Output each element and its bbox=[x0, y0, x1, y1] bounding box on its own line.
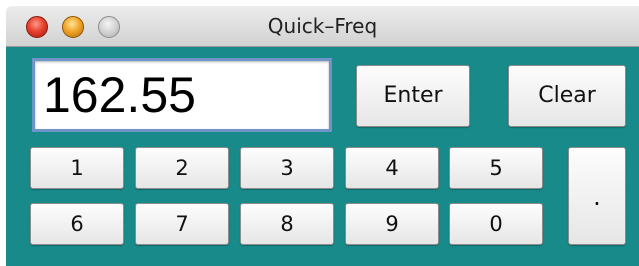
digit-4-button[interactable]: 4 bbox=[345, 147, 439, 189]
digit-6-button[interactable]: 6 bbox=[30, 203, 124, 245]
calculator-panel: 162.55 Enter Clear 1 2 3 4 5 6 7 8 9 0 . bbox=[6, 47, 639, 266]
digit-9-button[interactable]: 9 bbox=[345, 203, 439, 245]
enter-button[interactable]: Enter bbox=[356, 65, 470, 127]
digit-5-button[interactable]: 5 bbox=[449, 147, 543, 189]
frequency-display[interactable]: 162.55 bbox=[32, 58, 332, 132]
title-bar[interactable]: Quick–Freq bbox=[6, 6, 639, 47]
app-window: Quick–Freq 162.55 Enter Clear 1 2 3 4 5 … bbox=[0, 0, 639, 266]
decimal-point-button[interactable]: . bbox=[568, 147, 626, 245]
digit-2-button[interactable]: 2 bbox=[135, 147, 229, 189]
digit-0-button[interactable]: 0 bbox=[449, 203, 543, 245]
digit-7-button[interactable]: 7 bbox=[135, 203, 229, 245]
digit-1-button[interactable]: 1 bbox=[30, 147, 124, 189]
digit-3-button[interactable]: 3 bbox=[240, 147, 334, 189]
window-title: Quick–Freq bbox=[267, 14, 378, 38]
clear-button[interactable]: Clear bbox=[508, 65, 626, 127]
display-value: 162.55 bbox=[43, 67, 196, 123]
digit-8-button[interactable]: 8 bbox=[240, 203, 334, 245]
